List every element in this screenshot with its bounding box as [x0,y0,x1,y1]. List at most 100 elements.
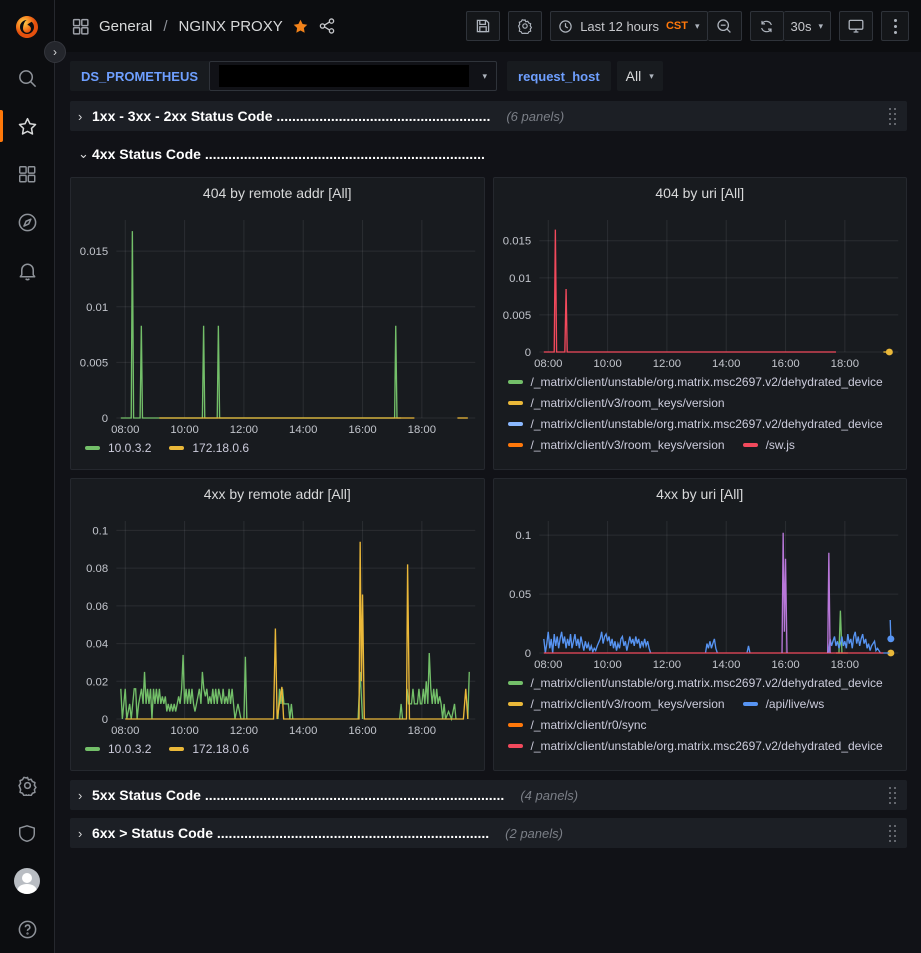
legend-item[interactable]: 10.0.3.2 [85,441,151,455]
cycle-view-mode-button[interactable] [839,11,873,41]
y-axis-tick-label: 0.015 [80,246,108,258]
legend-item[interactable]: /sw.js [743,438,795,452]
sidebar-item-search[interactable] [0,54,55,102]
sidebar-item-dashboards[interactable] [0,150,55,198]
sidebar-item-server-admin[interactable] [0,809,55,857]
row-title: 5xx Status Code ........................… [92,787,504,803]
navbar: General / NGINX PROXY [55,0,921,52]
legend-series-label: 172.18.0.6 [192,441,249,455]
breadcrumb-separator: / [163,18,167,35]
legend-item[interactable]: /_matrix/client/unstable/org.matrix.msc2… [508,676,883,690]
expand-sidebar-button[interactable]: › [44,41,66,63]
clock-icon [558,19,573,34]
legend-series-label: /_matrix/client/unstable/org.matrix.msc2… [531,676,883,690]
series-point [887,635,894,642]
legend-item[interactable]: 10.0.3.2 [85,742,151,756]
row-1xx-3xx-2xx[interactable]: › 1xx - 3xx - 2xx Status Code ..........… [70,101,907,131]
legend-item[interactable]: 172.18.0.6 [169,441,249,455]
legend-series-label: /_matrix/client/v3/room_keys/version [531,697,725,711]
row-6xx[interactable]: › 6xx > Status Code ....................… [70,818,907,848]
y-axis-tick-label: 0.08 [86,563,108,575]
row-drag-handle[interactable] [889,825,897,842]
dashboard-variables-bar: DS_PROMETHEUS ▾ request_host All ▾ [55,52,921,101]
refresh-controls: 30s ▾ [750,11,832,41]
panel-title[interactable]: 404 by uri [All] [494,178,907,208]
sidebar-item-help[interactable] [0,905,55,953]
share-icon[interactable] [318,17,336,35]
x-axis-tick-label: 16:00 [348,424,376,436]
sidebar-item-explore[interactable] [0,198,55,246]
panel-title[interactable]: 4xx by remote addr [All] [71,479,484,509]
refresh-interval-label: 30s [791,19,812,34]
timeseries-chart[interactable]: 00.020.040.060.080.108:0010:0012:0014:00… [71,509,484,739]
chevron-down-icon: ▾ [649,71,654,82]
tv-icon [847,18,865,34]
help-icon [17,919,38,940]
profile-avatar [14,868,40,894]
time-range-picker[interactable]: Last 12 hours CST ▾ [550,11,707,41]
legend-item[interactable]: /_matrix/client/v3/room_keys/version [508,396,725,410]
datasource-variable-select[interactable]: ▾ [209,61,497,91]
sidebar-item-alerting[interactable] [0,246,55,294]
breadcrumb-section[interactable]: General [99,18,152,35]
legend-series-label: 172.18.0.6 [192,742,249,756]
legend-item[interactable]: /_matrix/client/unstable/org.matrix.msc2… [508,375,883,389]
legend-item[interactable]: /_matrix/client/v3/room_keys/version [508,438,725,452]
legend-item[interactable]: 172.18.0.6 [169,742,249,756]
row-drag-handle[interactable] [889,787,897,804]
legend-series-swatch [508,723,523,727]
legend-series-swatch [743,443,758,447]
row-drag-handle[interactable] [889,108,897,125]
legend-series-label: /sw.js [766,438,795,452]
dashboard-settings-button[interactable] [508,11,542,41]
refresh-button[interactable] [750,11,784,41]
row-5xx[interactable]: › 5xx Status Code ......................… [70,780,907,810]
variable-ds-prometheus: DS_PROMETHEUS ▾ [70,61,497,91]
x-axis-tick-label: 08:00 [111,424,139,436]
favorite-star-icon[interactable] [292,18,309,35]
legend-item[interactable]: /_matrix/client/v3/room_keys/version [508,697,725,711]
chevron-down-icon: ▾ [818,21,823,32]
zoom-out-time-button[interactable] [708,11,742,41]
timeseries-chart[interactable]: 00.0050.010.01508:0010:0012:0014:0016:00… [71,208,484,438]
x-axis-tick-label: 18:00 [830,358,858,370]
chevron-right-icon: › [78,826,92,841]
legend-series-swatch [508,744,523,748]
legend-item[interactable]: /_matrix/client/unstable/org.matrix.msc2… [508,739,883,753]
row-4xx[interactable]: ⌄ 4xx Status Code ......................… [70,139,907,169]
sidebar [0,0,55,953]
panel-grid: 404 by remote addr [All] 00.0050.010.015… [70,177,907,771]
legend-series-swatch [85,747,100,751]
series-line [828,632,889,653]
alerting-bell-icon [17,260,38,281]
breadcrumb-dashboard-title[interactable]: NGINX PROXY [179,18,283,35]
x-axis-tick-label: 14:00 [289,725,317,737]
series-line [705,639,717,653]
panel-legend: 10.0.3.2 172.18.0.6 [71,739,484,770]
chevron-down-icon: ⌄ [78,146,92,162]
legend-series-swatch [508,380,523,384]
sidebar-item-profile[interactable] [0,857,55,905]
refresh-interval-picker[interactable]: 30s ▾ [784,11,832,41]
request-host-variable-value: All [626,68,642,84]
kebab-menu-button[interactable] [881,11,909,41]
sidebar-item-starred[interactable] [0,102,55,150]
legend-series-label: /_matrix/client/r0/sync [531,718,647,732]
legend-series-swatch [169,747,184,751]
legend-item[interactable]: /_matrix/client/r0/sync [508,718,647,732]
timeseries-chart[interactable]: 00.050.108:0010:0012:0014:0016:0018:00 [494,509,907,673]
panel-title[interactable]: 404 by remote addr [All] [71,178,484,208]
legend-item[interactable]: /api/live/ws [743,697,825,711]
legend-item[interactable]: /_matrix/client/unstable/org.matrix.msc2… [508,417,883,431]
configuration-gear-icon [17,775,38,796]
request-host-variable-select[interactable]: All ▾ [617,61,663,91]
breadcrumb: General / NGINX PROXY [71,17,336,36]
legend-series-label: /_matrix/client/unstable/org.matrix.msc2… [531,739,883,753]
panel-legend: /_matrix/client/unstable/org.matrix.msc2… [494,673,907,770]
save-dashboard-button[interactable] [466,11,500,41]
panel-4xx-by-remote-addr: 4xx by remote addr [All] 00.020.040.060.… [70,478,485,771]
timeseries-chart[interactable]: 00.0050.010.01508:0010:0012:0014:0016:00… [494,208,907,372]
sidebar-item-configuration[interactable] [0,761,55,809]
series-point [885,349,892,356]
panel-title[interactable]: 4xx by uri [All] [494,479,907,509]
